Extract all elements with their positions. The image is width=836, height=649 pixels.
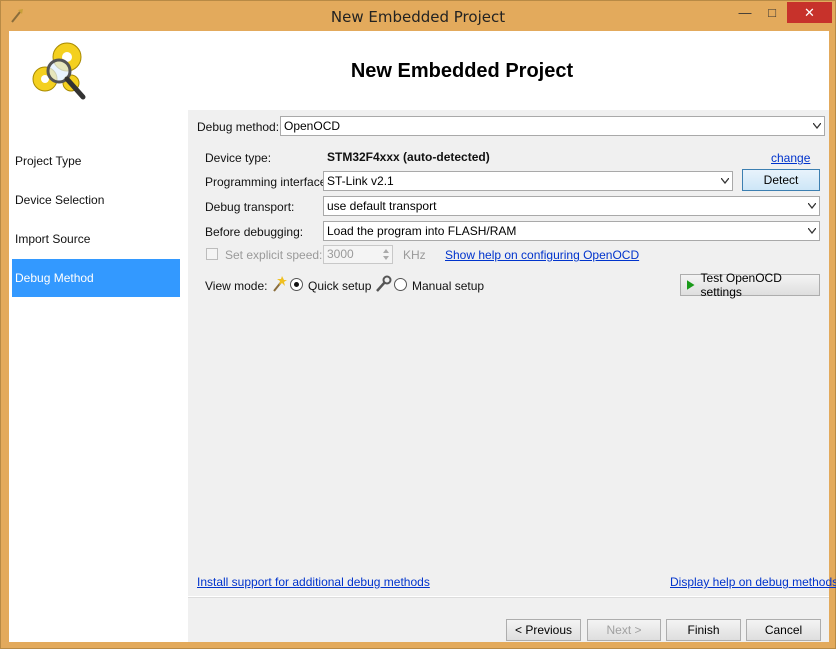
speed-value: 3000	[327, 247, 354, 261]
chevron-down-icon	[808, 228, 816, 234]
cancel-button[interactable]: Cancel	[746, 619, 821, 641]
view-mode-label: View mode:	[205, 279, 268, 293]
before-debugging-label: Before debugging:	[205, 225, 304, 239]
display-help-link[interactable]: Display help on debug methods	[670, 575, 836, 589]
programming-interface-label: Programming interface:	[205, 175, 330, 189]
dialog-header: New Embedded Project	[9, 31, 829, 110]
close-icon: ✕	[804, 4, 815, 20]
radio-dot-icon	[294, 282, 299, 287]
debug-method-panel: Debug method: OpenOCD Device type: STM32…	[188, 110, 836, 642]
openocd-help-link[interactable]: Show help on configuring OpenOCD	[445, 248, 639, 262]
previous-button[interactable]: < Previous	[506, 619, 581, 641]
close-button[interactable]: ✕	[787, 2, 832, 23]
finish-button[interactable]: Finish	[666, 619, 741, 641]
test-openocd-button[interactable]: Test OpenOCD settings	[680, 271, 820, 299]
manual-setup-label[interactable]: Manual setup	[412, 279, 484, 293]
minimize-icon: —	[738, 5, 752, 20]
debug-transport-value: use default transport	[327, 199, 437, 213]
window-title: New Embedded Project	[330, 8, 506, 26]
before-debugging-select[interactable]: Load the program into FLASH/RAM	[323, 221, 820, 241]
debug-transport-label: Debug transport:	[205, 200, 295, 214]
app-window: New Embedded Project — □ ✕ New Embedded …	[0, 0, 836, 649]
sidebar-item-device-selection[interactable]: Device Selection	[12, 181, 180, 219]
test-openocd-label: Test OpenOCD settings	[700, 271, 782, 299]
magic-wand-icon	[273, 276, 287, 292]
dialog-client: New Embedded Project Project Type Device…	[9, 31, 836, 642]
debug-method-value: OpenOCD	[284, 119, 341, 133]
next-button[interactable]: Next >	[587, 619, 661, 641]
wrench-icon	[376, 275, 392, 292]
speed-input[interactable]: 3000	[323, 245, 393, 264]
minimize-button[interactable]: —	[732, 2, 758, 23]
settings-area: Debug method: OpenOCD Device type: STM32…	[188, 110, 836, 597]
quick-setup-radio[interactable]	[290, 278, 303, 291]
chevron-down-icon	[813, 123, 821, 129]
page-title: New Embedded Project	[350, 60, 574, 82]
debug-transport-select[interactable]: use default transport	[323, 196, 820, 216]
wizard-button-bar: < Previous Next > Finish Cancel	[188, 597, 829, 642]
sidebar-item-debug-method[interactable]: Debug Method	[12, 259, 180, 297]
before-debugging-value: Load the program into FLASH/RAM	[327, 224, 517, 238]
play-icon	[687, 280, 695, 290]
sidebar-item-import-source[interactable]: Import Source	[12, 220, 180, 258]
detect-button[interactable]: Detect	[742, 169, 820, 191]
explicit-speed-checkbox[interactable]	[206, 248, 218, 260]
sidebar-item-project-type[interactable]: Project Type	[12, 142, 180, 180]
quick-setup-label[interactable]: Quick setup	[308, 279, 371, 293]
chevron-down-icon	[721, 178, 729, 184]
chevron-down-icon	[808, 203, 816, 209]
speed-unit-label: KHz	[403, 248, 426, 262]
programming-interface-value: ST-Link v2.1	[327, 174, 394, 188]
manual-setup-radio[interactable]	[394, 278, 407, 291]
spinner-arrows-icon[interactable]	[382, 248, 390, 261]
device-type-value: STM32F4xxx (auto-detected)	[327, 150, 490, 164]
debug-method-select[interactable]: OpenOCD	[280, 116, 825, 136]
programming-interface-select[interactable]: ST-Link v2.1	[323, 171, 733, 191]
title-bar[interactable]: New Embedded Project — □ ✕	[1, 1, 835, 31]
maximize-icon: □	[768, 5, 776, 20]
explicit-speed-label: Set explicit speed:	[225, 248, 323, 262]
wizard-sidebar: Project Type Device Selection Import Sou…	[9, 110, 184, 642]
debug-method-label: Debug method:	[197, 120, 280, 134]
change-link[interactable]: change	[771, 151, 810, 165]
device-type-label: Device type:	[205, 151, 272, 165]
install-debug-methods-link[interactable]: Install support for additional debug met…	[197, 575, 430, 589]
maximize-button[interactable]: □	[759, 2, 785, 23]
